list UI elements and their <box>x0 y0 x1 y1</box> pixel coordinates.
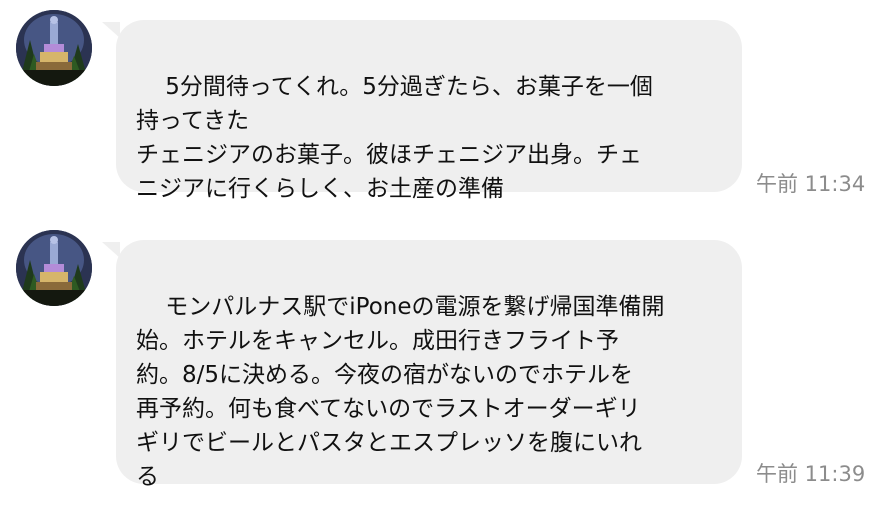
sender-avatar[interactable] <box>16 230 92 306</box>
message-timestamp: 午前 11:34 <box>756 172 866 196</box>
sender-avatar[interactable] <box>16 10 92 86</box>
bubble-tail <box>102 242 120 258</box>
message-row: 5分間待ってくれ。5分過ぎたら、お菓子を一個 持ってきた チェニジアのお菓子。彼… <box>0 0 886 202</box>
message-timestamp: 午前 11:39 <box>756 462 866 486</box>
message-bubble[interactable]: 5分間待ってくれ。5分過ぎたら、お菓子を一個 持ってきた チェニジアのお菓子。彼… <box>116 20 742 202</box>
message-row: モンパルナス駅でiPoneの電源を繋げ帰国準備開 始。ホテルをキャンセル。成田行… <box>0 220 886 508</box>
message-text: モンパルナス駅でiPoneの電源を繋げ帰国準備開 始。ホテルをキャンセル。成田行… <box>136 294 665 490</box>
statue-night-icon <box>16 230 92 306</box>
message-bubble[interactable]: モンパルナス駅でiPoneの電源を繋げ帰国準備開 始。ホテルをキャンセル。成田行… <box>116 240 742 490</box>
message-text: 5分間待ってくれ。5分過ぎたら、お菓子を一個 持ってきた チェニジアのお菓子。彼… <box>136 74 653 202</box>
bubble-tail <box>102 22 120 38</box>
statue-night-icon <box>16 10 92 86</box>
